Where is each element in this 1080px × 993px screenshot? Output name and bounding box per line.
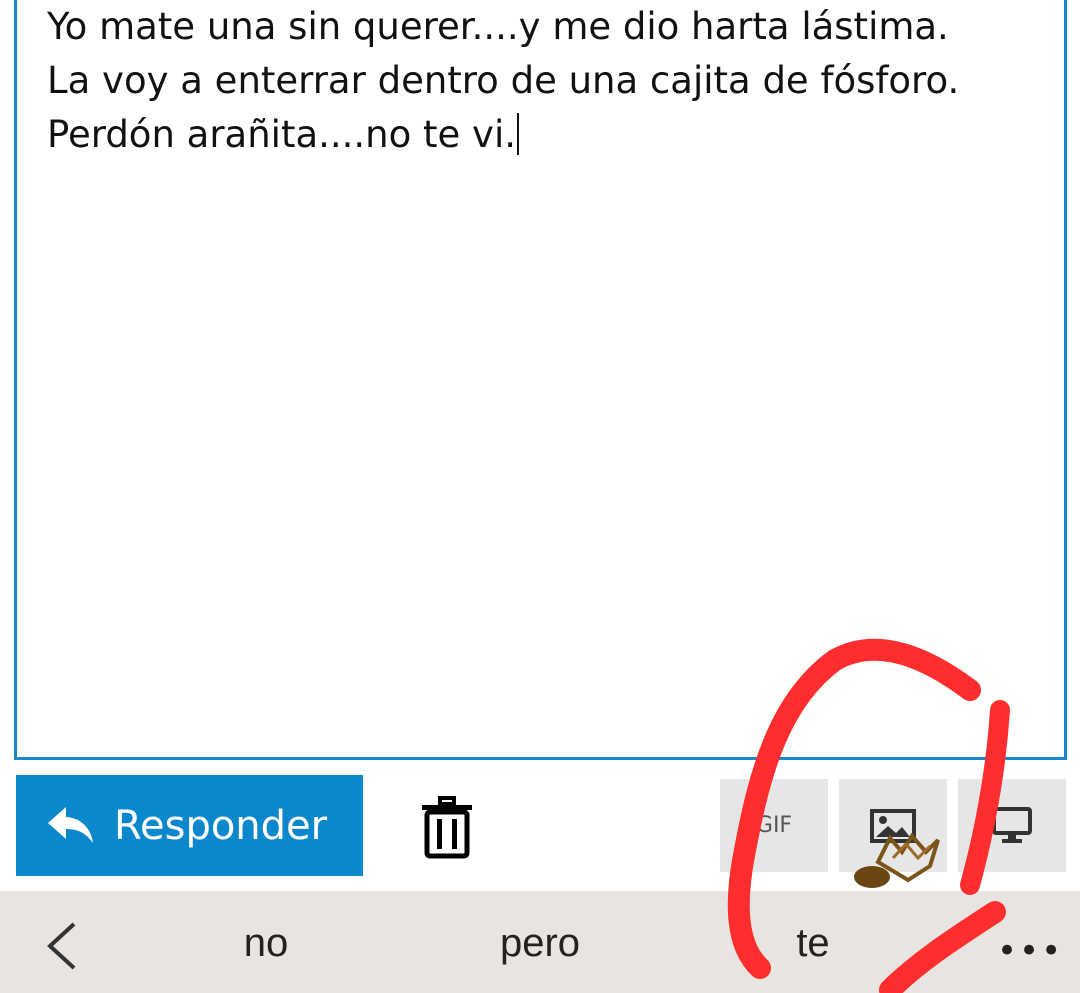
delete-button[interactable] <box>420 795 474 859</box>
composer-text: Yo mate una sin querer....y me dio harta… <box>47 0 1047 162</box>
composer-text-content: Yo mate una sin querer....y me dio harta… <box>47 5 960 156</box>
suggestion-3[interactable]: te <box>796 921 829 966</box>
gif-label: GIF <box>755 813 793 838</box>
reply-arrow-icon <box>48 806 93 843</box>
gif-button[interactable]: GIF <box>720 779 828 872</box>
monitor-icon <box>992 806 1032 843</box>
text-caret <box>517 113 519 155</box>
image-icon <box>870 808 916 843</box>
chevron-left-icon[interactable] <box>40 921 84 971</box>
more-options-icon[interactable]: ••• <box>997 931 1063 971</box>
suggestion-1[interactable]: no <box>244 921 289 966</box>
keyboard-suggestion-bar: no pero te ••• <box>0 891 1080 993</box>
preview-button[interactable] <box>958 779 1066 872</box>
reply-button[interactable]: Responder <box>16 775 363 876</box>
suggestion-2[interactable]: pero <box>500 921 580 966</box>
reply-textarea[interactable]: Yo mate una sin querer....y me dio harta… <box>14 0 1067 760</box>
trash-icon <box>422 796 472 859</box>
reply-button-label: Responder <box>114 802 328 849</box>
insert-image-button[interactable] <box>839 779 947 872</box>
